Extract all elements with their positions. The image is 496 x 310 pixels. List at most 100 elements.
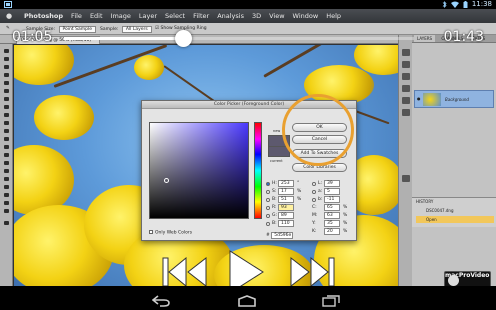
hex-hash: # [266, 233, 270, 238]
fast-forward-button[interactable] [289, 257, 335, 286]
hand-tool-icon[interactable] [2, 200, 11, 206]
hex-field[interactable]: 5d596e [271, 232, 294, 239]
color-field-marker[interactable] [164, 178, 169, 183]
move-tool-icon[interactable] [2, 48, 11, 54]
s-field[interactable]: 17 [278, 188, 294, 195]
panel-dock-icon[interactable] [402, 73, 410, 80]
menu-image[interactable]: Image [111, 12, 131, 20]
g-radio[interactable] [266, 214, 270, 218]
menu-photoshop[interactable]: Photoshop [24, 12, 63, 20]
panel-dock-icon[interactable] [402, 175, 410, 182]
foreground-color-swatch[interactable] [2, 220, 11, 230]
dodge-tool-icon[interactable] [2, 152, 11, 158]
video-player[interactable]: ● Photoshop File Edit Image Layer Select… [0, 9, 496, 286]
play-icon [229, 250, 264, 286]
h-label: H: [272, 181, 277, 186]
history-item[interactable]: Open [416, 216, 494, 223]
eye-icon[interactable]: ● [417, 96, 421, 101]
crop-tool-icon[interactable] [2, 80, 11, 86]
l-label: L: [318, 181, 323, 186]
marquee-tool-icon[interactable] [2, 56, 11, 62]
back-button[interactable] [151, 292, 170, 310]
quick-select-tool-icon[interactable] [2, 72, 11, 78]
tutorial-highlight-ring [282, 94, 354, 166]
lab-b-field[interactable]: -11 [324, 196, 340, 203]
home-button[interactable] [237, 292, 257, 310]
menu-layer[interactable]: Layer [139, 12, 157, 20]
s-radio[interactable] [266, 190, 270, 194]
m-field[interactable]: 63 [324, 212, 340, 219]
y-field[interactable]: 35 [324, 220, 340, 227]
color-field[interactable] [149, 122, 249, 219]
b-radio[interactable] [266, 198, 270, 202]
menu-3d[interactable]: 3D [252, 12, 261, 20]
zoom-tool-icon[interactable] [2, 208, 11, 214]
k-unit: % [343, 229, 348, 234]
rewind-button[interactable] [162, 257, 208, 286]
blue-radio[interactable] [266, 222, 270, 226]
pen-tool-icon[interactable] [2, 160, 11, 166]
navigation-bar [0, 286, 496, 310]
menu-select[interactable]: Select [165, 12, 185, 20]
sample-size-select[interactable]: Point Sample [58, 26, 96, 33]
l-radio[interactable] [312, 182, 316, 186]
h-field[interactable]: 253 [278, 180, 294, 187]
a-field[interactable]: 5 [324, 188, 340, 195]
logo-mark-icon [448, 275, 459, 286]
lasso-tool-icon[interactable] [2, 64, 11, 70]
h-radio[interactable] [266, 182, 270, 186]
eraser-tool-icon[interactable] [2, 128, 11, 134]
seek-bar-thumb[interactable] [175, 30, 192, 47]
healing-tool-icon[interactable] [2, 96, 11, 102]
seek-bar[interactable] [64, 30, 414, 47]
blur-tool-icon[interactable] [2, 144, 11, 150]
menu-edit[interactable]: Edit [90, 12, 103, 20]
r-radio[interactable] [266, 206, 270, 210]
only-web-colors-checkbox[interactable] [149, 230, 153, 234]
l-field[interactable]: 39 [324, 180, 340, 187]
r-field[interactable]: 93 [278, 204, 294, 211]
3d-tool-icon[interactable] [2, 192, 11, 198]
history-item[interactable]: DSC0047.dng [416, 207, 494, 214]
gradient-tool-icon[interactable] [2, 136, 11, 142]
menu-view[interactable]: View [269, 12, 284, 20]
play-button[interactable] [228, 250, 264, 286]
shape-tool-icon[interactable] [2, 184, 11, 190]
clone-tool-icon[interactable] [2, 112, 11, 118]
panel-dock-icon[interactable] [402, 85, 410, 92]
sample-select[interactable]: All Layers [121, 26, 152, 33]
k-field[interactable]: 20 [324, 228, 340, 235]
tab-layers[interactable]: LAYERS [414, 35, 436, 42]
g-field[interactable]: 89 [278, 212, 294, 219]
menu-help[interactable]: Help [326, 12, 341, 20]
new-color-label: new [273, 129, 281, 133]
brightness-field[interactable]: 51 [278, 196, 294, 203]
panel-dock-icon[interactable] [402, 97, 410, 104]
path-select-tool-icon[interactable] [2, 176, 11, 182]
panel-dock-icon[interactable] [402, 109, 410, 116]
layer-row[interactable]: ● Background [414, 90, 494, 108]
hue-slider[interactable] [254, 122, 262, 219]
recent-apps-icon [322, 295, 340, 307]
s-label: S: [272, 189, 277, 194]
eyedropper-tool-icon[interactable] [2, 88, 11, 94]
type-tool-icon[interactable] [2, 168, 11, 174]
c-field[interactable]: 65 [324, 204, 340, 211]
brush-tool-icon[interactable] [2, 104, 11, 110]
menu-filter[interactable]: Filter [193, 12, 209, 20]
a-radio[interactable] [312, 190, 316, 194]
menu-analysis[interactable]: Analysis [217, 12, 244, 20]
lab-b-radio[interactable] [312, 198, 316, 202]
panel-dock-icon[interactable] [402, 49, 410, 56]
menu-file[interactable]: File [71, 12, 82, 20]
c-unit: % [343, 205, 348, 210]
show-ring-checkbox[interactable]: ☑ [155, 26, 159, 31]
only-web-colors[interactable]: Only Web Colors [149, 230, 192, 236]
panel-dock-icon[interactable] [402, 61, 410, 68]
blue-field[interactable]: 110 [278, 220, 294, 227]
wifi-icon [450, 1, 459, 8]
m-unit: % [343, 213, 348, 218]
recent-apps-button[interactable] [322, 292, 340, 310]
history-brush-tool-icon[interactable] [2, 120, 11, 126]
menu-window[interactable]: Window [293, 12, 319, 20]
